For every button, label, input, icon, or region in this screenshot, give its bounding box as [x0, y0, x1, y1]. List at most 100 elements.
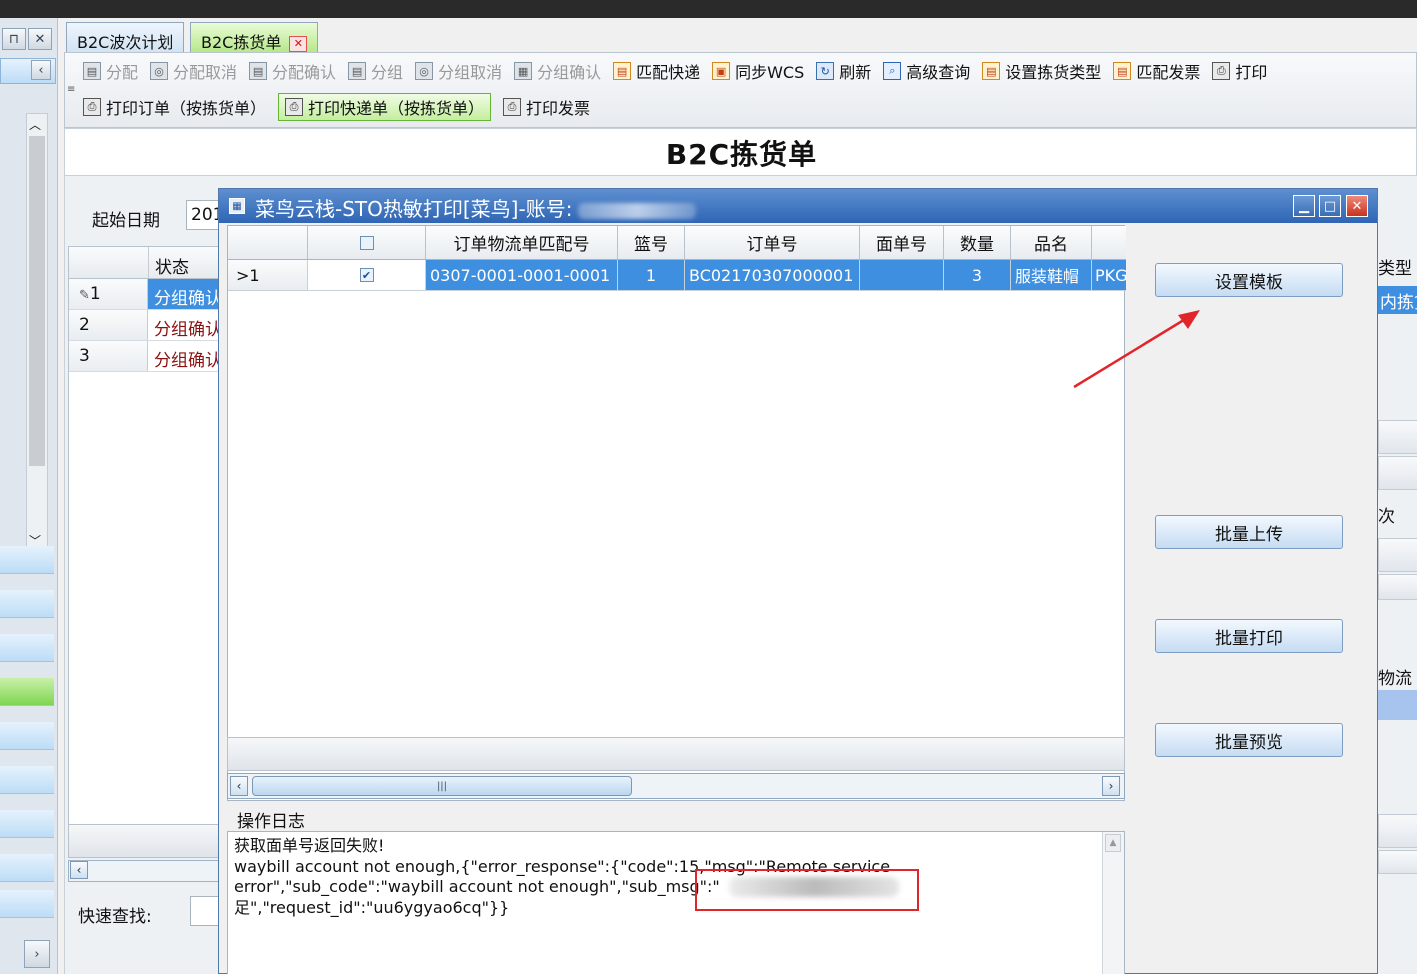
header-order-no[interactable]: 订单号 — [685, 226, 860, 259]
header-extra[interactable] — [1092, 226, 1126, 259]
table-row[interactable]: >1 ✔ 0307-0001-0001-0001 1 BC02170307000… — [228, 260, 1126, 291]
row-number: 2 — [69, 310, 148, 340]
chevron-up-icon[interactable]: ︿ — [29, 116, 41, 133]
nav-item-active[interactable] — [0, 678, 54, 706]
dialog-title-bar[interactable]: 菜鸟云栈-STO热敏打印[菜鸟]-账号: — [219, 189, 1377, 223]
table-row[interactable]: ✎1 分组确认 — [69, 279, 219, 310]
table-row[interactable]: 2 分组确认 — [69, 310, 219, 341]
edit-icon: ✎ — [79, 288, 90, 303]
select-all-checkbox[interactable] — [359, 235, 374, 250]
chevron-left-icon[interactable]: ‹ — [31, 60, 51, 80]
refresh-icon: ↻ — [816, 62, 835, 80]
button-label: 高级查询 — [906, 63, 971, 82]
type-cell[interactable]: 内拣货 — [1378, 286, 1417, 314]
nav-item[interactable] — [0, 890, 54, 918]
table-row[interactable]: 3 分组确认 — [69, 341, 219, 372]
right-field[interactable] — [1378, 574, 1417, 600]
nav-scrollbar[interactable]: ︿ ﹀ — [26, 113, 48, 553]
minimize-icon[interactable]: ▁ — [1293, 195, 1315, 217]
nav-collapse-bar[interactable]: ‹ — [0, 58, 56, 84]
right-field[interactable] — [1378, 538, 1417, 572]
print-button[interactable]: ⎙ 打印 — [1212, 57, 1267, 85]
nav-item[interactable] — [0, 590, 54, 618]
page-header: B2C拣货单 — [64, 128, 1417, 176]
print-order-button[interactable]: ⎙ 打印订单（按拣货单） — [83, 93, 266, 121]
chevron-right-icon[interactable]: › — [24, 940, 50, 968]
right-field[interactable] — [1378, 456, 1417, 490]
operation-log-box[interactable]: 获取面单号返回失败! waybill account not enough,{"… — [227, 831, 1125, 974]
print-invoice-button[interactable]: ⎙ 打印发票 — [503, 93, 590, 121]
logistics-cell[interactable] — [1378, 690, 1417, 720]
nav-scroll-thumb[interactable] — [29, 136, 45, 466]
row-checkbox[interactable]: ✔ — [359, 268, 374, 282]
button-label: 刷新 — [839, 63, 872, 82]
header-product[interactable]: 品名 — [1011, 226, 1092, 259]
top-strip — [0, 0, 1417, 18]
batch-print-button[interactable]: 批量打印 — [1155, 619, 1343, 653]
close-panel-icon[interactable]: ✕ — [28, 28, 52, 50]
header-select-all[interactable] — [308, 226, 426, 259]
refresh-button[interactable]: ↻ 刷新 — [816, 57, 871, 85]
batch-upload-button[interactable]: 批量上传 — [1155, 515, 1343, 549]
button-label: 分组取消 — [438, 63, 503, 82]
group-cancel-button[interactable]: ◎ 分组取消 — [415, 57, 502, 85]
nav-item[interactable] — [0, 546, 54, 574]
doc-icon: ▤ — [249, 62, 268, 80]
chevron-left-icon[interactable]: ‹ — [230, 776, 248, 796]
print-express-waybill-button[interactable]: ⎙ 打印快递单（按拣货单） — [278, 93, 492, 121]
doc-icon: ▤ — [613, 62, 632, 80]
button-label: 同步WCS — [735, 63, 805, 82]
close-icon[interactable]: ✕ — [1346, 195, 1368, 217]
tab-b2c-wave-plan[interactable]: B2C波次计划 — [66, 22, 185, 52]
allocate-button[interactable]: ▤ 分配 — [83, 57, 138, 85]
chevron-up-icon[interactable]: ▲ — [1105, 834, 1121, 852]
nav-item[interactable] — [0, 854, 54, 882]
window-app-icon: ▦ — [229, 198, 245, 214]
header-basket[interactable]: 篮号 — [618, 226, 685, 259]
toolbar-grip-icon[interactable]: ≡ — [67, 84, 75, 95]
batch-preview-button[interactable]: 批量预览 — [1155, 723, 1343, 757]
match-invoice-button[interactable]: ▤ 匹配发票 — [1113, 57, 1200, 85]
tab-b2c-picking-list[interactable]: B2C拣货单 ✕ — [190, 22, 319, 52]
group-confirm-button[interactable]: ▦ 分组确认 — [514, 57, 601, 85]
header-match-no[interactable]: 订单物流单匹配号 — [426, 226, 618, 259]
log-scrollbar[interactable]: ▲ — [1102, 832, 1124, 974]
scroll-thumb[interactable]: ||| — [252, 776, 632, 796]
cell-match-no: 0307-0001-0001-0001 — [426, 260, 618, 290]
right-field[interactable] — [1378, 420, 1417, 454]
nav-item[interactable] — [0, 766, 54, 794]
match-express-button[interactable]: ▤ 匹配快递 — [613, 57, 700, 85]
cell-extra: PKG — [1092, 260, 1126, 290]
sync-wcs-button[interactable]: ▣ 同步WCS — [712, 57, 804, 85]
dialog-title: 菜鸟云栈-STO热敏打印[菜鸟]-账号: — [255, 197, 573, 221]
tab-close-icon[interactable]: ✕ — [289, 35, 308, 52]
nav-item[interactable] — [0, 722, 54, 750]
group-button[interactable]: ▤ 分组 — [348, 57, 403, 85]
quick-search-label: 快速查找: — [78, 907, 152, 927]
grid-footer — [227, 737, 1125, 771]
maximize-icon[interactable]: □ — [1319, 195, 1341, 217]
right-field[interactable] — [1378, 850, 1417, 874]
toolbar-row-1: ▤ 分配 ◎ 分配取消 ▤ 分配确认 ▤ 分组 ◎ 分组取消 ▦ 分组确认 ▤ 匹配快递 ▣ 同… — [83, 57, 1279, 85]
chevron-left-icon[interactable]: ‹ — [70, 861, 88, 879]
allocate-confirm-button[interactable]: ▤ 分配确认 — [249, 57, 336, 85]
set-template-button[interactable]: 设置模板 — [1155, 263, 1343, 297]
button-label: 分组确认 — [537, 63, 602, 82]
cell-order-no: BC02170307000001 — [685, 260, 860, 290]
right-field[interactable] — [1378, 814, 1417, 848]
nav-item[interactable] — [0, 810, 54, 838]
grid-horizontal-scrollbar[interactable]: ‹ ||| › — [227, 773, 1125, 799]
header-qty[interactable]: 数量 — [944, 226, 1011, 259]
pin-icon[interactable]: ⊓ — [2, 28, 26, 50]
chevron-right-icon[interactable]: › — [1102, 776, 1120, 796]
waybill-grid: 订单物流单匹配号 篮号 订单号 面单号 数量 品名 >1 ✔ 0307-0001… — [227, 225, 1126, 801]
grid-header-status[interactable]: 状态 — [149, 247, 189, 278]
grid-horizontal-scrollbar[interactable]: ‹ — [68, 860, 220, 882]
allocate-cancel-button[interactable]: ◎ 分配取消 — [150, 57, 237, 85]
set-picking-type-button[interactable]: ▤ 设置拣货类型 — [982, 57, 1101, 85]
nav-item[interactable] — [0, 634, 54, 662]
header-waybill-no[interactable]: 面单号 — [860, 226, 944, 259]
row-checkbox-cell[interactable]: ✔ — [308, 260, 426, 290]
advanced-query-button[interactable]: ⌕ 高级查询 — [883, 57, 970, 85]
cell-qty: 3 — [944, 260, 1011, 290]
